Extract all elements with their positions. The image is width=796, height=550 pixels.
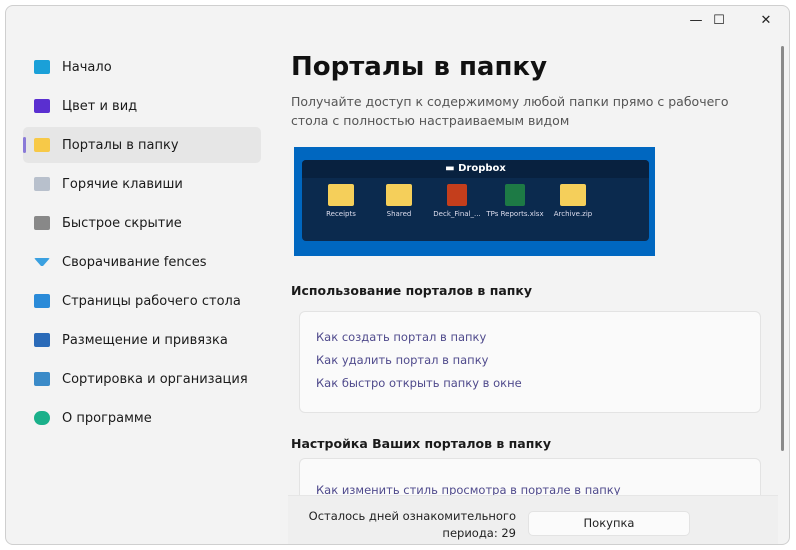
preview-file: Deck_Final_... <box>428 184 486 219</box>
sidebar-item-label: Порталы в папку <box>62 137 179 153</box>
sidebar-item[interactable]: Порталы в папку <box>23 127 261 163</box>
filter-icon <box>34 372 50 386</box>
sidebar-nav: Начало Цвет и вид Порталы в папку Горячие к… <box>23 49 261 439</box>
sidebar-item[interactable]: Размещение и привязка <box>23 322 261 358</box>
quick-hide-icon <box>34 216 50 230</box>
preview-file-label: Archive.zip <box>553 210 593 218</box>
person-icon <box>34 411 50 425</box>
trial-footer: Осталось дней ознакомительного периода: … <box>288 495 778 544</box>
folder-icon <box>386 184 412 206</box>
sidebar-item[interactable]: Сворачивание fences <box>23 244 261 280</box>
preview-file-label: Receipts <box>326 210 356 218</box>
section-title-usage: Использование порталов в папку <box>291 283 533 298</box>
sidebar-item-label: О программе <box>62 410 152 426</box>
section-title-settings: Настройка Ваших порталов в папку <box>291 436 551 451</box>
close-button[interactable]: ✕ <box>743 6 789 34</box>
help-link[interactable]: Как удалить портал в папку <box>316 349 744 372</box>
sidebar-item-label: Сворачивание fences <box>62 254 207 270</box>
sidebar-item-label: Цвет и вид <box>62 98 138 114</box>
folder-icon <box>328 184 354 206</box>
sidebar-item[interactable]: Цвет и вид <box>23 88 261 124</box>
fence-header: ▬ Dropbox <box>302 160 649 178</box>
preview-file-label: TPs Reports.xlsx <box>486 210 544 218</box>
sidebar-item[interactable]: Начало <box>23 49 261 85</box>
preview-file: Shared <box>370 184 428 219</box>
usage-links-card: Как создать портал в папку Как удалить по… <box>299 311 761 413</box>
folder-icon: ▬ <box>445 163 459 174</box>
sidebar-item-label: Горячие клавиши <box>62 176 183 192</box>
scrollbar[interactable] <box>781 46 784 451</box>
buy-button[interactable]: Покупка <box>528 511 690 536</box>
app-window: — ☐ ✕ Начало Цвет и вид Порталы в папку Гор… <box>5 5 790 545</box>
maximize-button[interactable]: ☐ <box>696 6 742 34</box>
page-title: Порталы в папку <box>291 52 548 82</box>
sidebar-item-label: Начало <box>62 59 112 75</box>
sidebar-item[interactable]: Быстрое скрытие <box>23 205 261 241</box>
palette-icon <box>34 99 50 113</box>
sidebar-item-label: Быстрое скрытие <box>62 215 182 231</box>
keyboard-icon <box>34 177 50 191</box>
page-subtitle: Получайте доступ к содержимому любой пап… <box>291 94 729 128</box>
preview-file-label: Deck_Final_... <box>433 210 481 218</box>
preview-file: Receipts <box>312 184 370 219</box>
chevron-down-icon <box>34 258 50 266</box>
fence-title: Dropbox <box>458 163 506 174</box>
monitor-icon <box>34 60 50 74</box>
help-link[interactable]: Как быстро открыть папку в окне <box>316 372 744 395</box>
preview-file: Archive.zip <box>544 184 602 219</box>
sidebar-item[interactable]: Горячие клавиши <box>23 166 261 202</box>
powerpoint-icon <box>447 184 467 206</box>
sidebar-item[interactable]: Страницы рабочего стола <box>23 283 261 319</box>
fence-preview: ▬ Dropbox Receipts Shared Deck_Final_... TP… <box>302 160 649 241</box>
sidebar-item-label: Страницы рабочего стола <box>62 293 241 309</box>
zip-folder-icon <box>560 184 586 206</box>
preview-file: TPs Reports.xlsx <box>486 184 544 219</box>
sidebar-item[interactable]: Сортировка и организация <box>23 361 261 397</box>
folder-icon <box>34 138 50 152</box>
pages-icon <box>34 294 50 308</box>
sidebar-item-label: Сортировка и организация <box>62 371 248 387</box>
excel-icon <box>505 184 525 206</box>
preview-image: ▬ Dropbox Receipts Shared Deck_Final_... TP… <box>294 147 655 256</box>
trial-days-text: Осталось дней ознакомительного периода: … <box>308 509 516 540</box>
layout-icon <box>34 333 50 347</box>
help-link[interactable]: Как создать портал в папку <box>316 326 744 349</box>
preview-file-label: Shared <box>386 210 412 218</box>
sidebar-item-label: Размещение и привязка <box>62 332 228 348</box>
sidebar-item[interactable]: О программе <box>23 400 261 436</box>
